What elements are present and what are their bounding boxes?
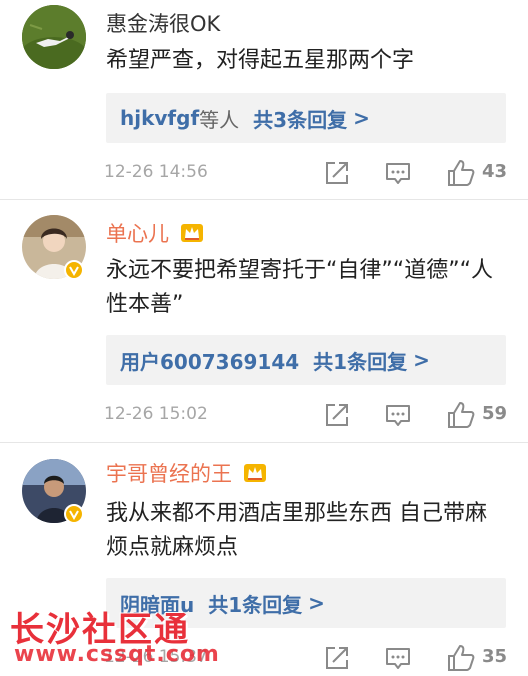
comment-text: 我从来都不用酒店里那些东西 自己带麻烦点就麻烦点 [106, 501, 487, 560]
chevron-right-icon[interactable]: > [353, 106, 370, 130]
reply-summary[interactable]: 用户6007369144 共1条回复 > [106, 335, 506, 385]
avatar-photo [22, 5, 86, 69]
reply-summary[interactable]: hjkvfgf 等人 共3条回复 > [106, 93, 506, 143]
username[interactable]: 宇哥曾经的王 [106, 460, 267, 488]
verified-badge-icon [64, 260, 84, 280]
comment-icon[interactable] [383, 643, 413, 673]
divider [0, 199, 528, 200]
timestamp: 12-26 14:56 [104, 162, 208, 182]
chevron-right-icon[interactable]: > [413, 348, 430, 372]
watermark: 长沙社区通 www.cssqt.com [10, 602, 220, 672]
username[interactable]: 单心儿 [106, 220, 204, 248]
comment-text: 希望严查，对得起五星那两个字 [106, 48, 415, 73]
comment-icon[interactable] [383, 400, 413, 430]
username-text[interactable]: 惠金涛很OK [106, 12, 220, 36]
share-icon[interactable] [322, 643, 352, 673]
share-icon[interactable] [322, 158, 352, 188]
reply-count[interactable]: 共1条回复 [313, 346, 407, 375]
thumbs-up-icon[interactable] [446, 400, 476, 430]
avatar[interactable] [22, 5, 86, 69]
like-count: 59 [482, 403, 508, 424]
comment-text: 永远不要把希望寄托于“自律”“道德”“人性本善” [106, 258, 493, 317]
reply-count[interactable]: 共1条回复 [208, 589, 302, 618]
share-icon[interactable] [322, 400, 352, 430]
reply-count[interactable]: 共3条回复 [253, 104, 347, 133]
verified-badge-icon [64, 504, 84, 524]
vip-crown-icon [180, 224, 203, 242]
timestamp: 12-26 15:02 [104, 404, 208, 424]
reply-user[interactable]: hjkvfgf [120, 106, 199, 130]
vip-crown-icon [243, 464, 266, 482]
like-count: 35 [482, 646, 508, 667]
username-text[interactable]: 宇哥曾经的王 [106, 462, 232, 486]
comment-meta: 12-26 15:02 59 [0, 400, 528, 432]
divider [0, 442, 528, 443]
like-count: 43 [482, 161, 508, 182]
watermark-url: www.cssqt.com [14, 642, 220, 667]
username[interactable]: 惠金涛很OK [106, 10, 220, 38]
username-text[interactable]: 单心儿 [106, 222, 169, 246]
comment-icon[interactable] [383, 158, 413, 188]
chevron-right-icon[interactable]: > [308, 591, 325, 615]
reply-suffix: 等人 [199, 107, 240, 132]
thumbs-up-icon[interactable] [446, 158, 476, 188]
comment-meta: 12-26 14:56 43 [0, 158, 528, 190]
reply-user[interactable]: 用户6007369144 [120, 346, 299, 375]
thumbs-up-icon[interactable] [446, 643, 476, 673]
